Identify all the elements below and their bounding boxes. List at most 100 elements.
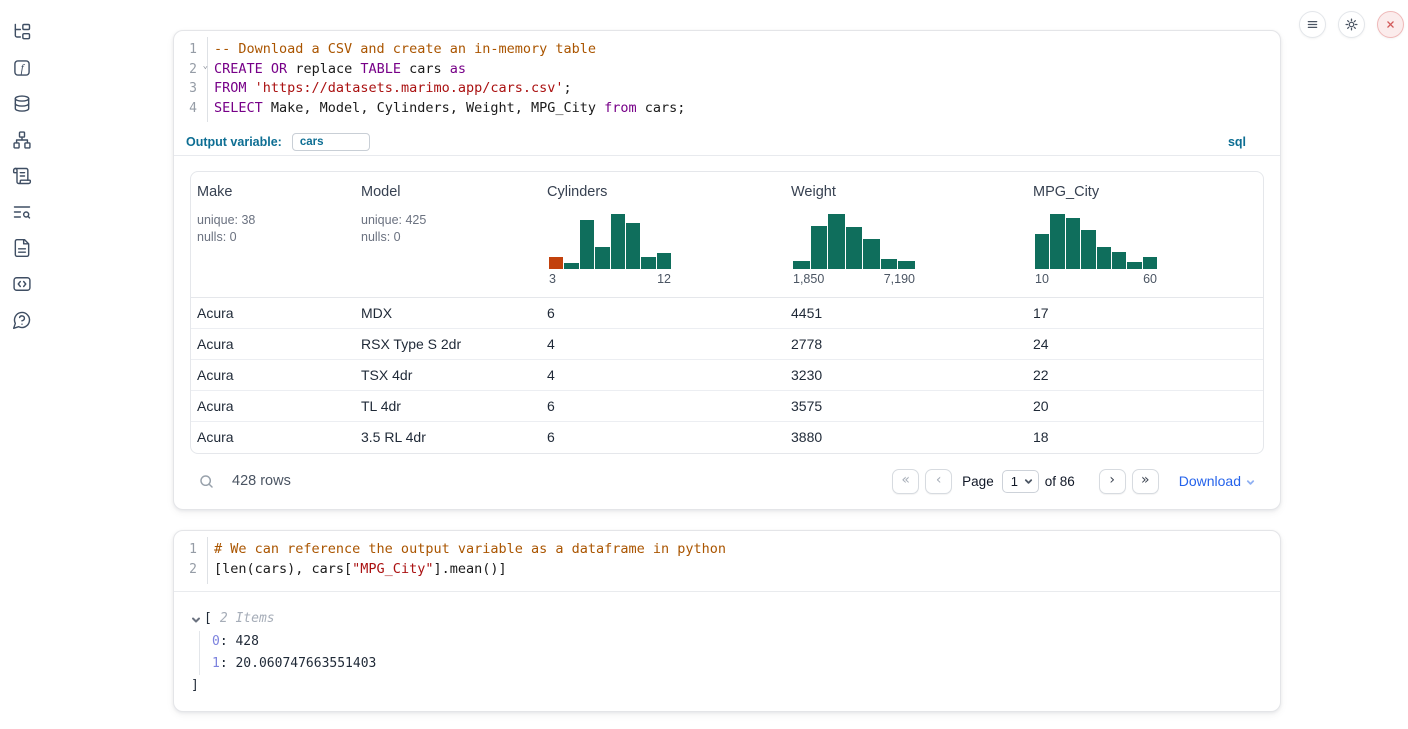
code-line[interactable]: 2[len(cars), cars["MPG_City"].mean()] <box>174 560 1280 580</box>
table-cell: TL 4dr <box>355 398 541 414</box>
download-button[interactable]: Download <box>1179 473 1255 489</box>
file-tree-icon[interactable] <box>10 20 34 44</box>
code-line[interactable]: 3FROM 'https://datasets.marimo.app/cars.… <box>174 79 1280 99</box>
histogram-bar <box>564 263 578 269</box>
logs-search-icon[interactable] <box>10 200 34 224</box>
histogram-bar <box>793 261 810 269</box>
axis-max-label: 60 <box>1143 272 1157 286</box>
table-cell: MDX <box>355 305 541 321</box>
dependency-graph-icon[interactable] <box>10 128 34 152</box>
axis-max-label: 12 <box>657 272 671 286</box>
close-icon <box>1383 17 1398 32</box>
line-number: 2⌄ <box>174 60 207 80</box>
table-header-row: Make unique: 38nulls: 0Modelunique: 425nu… <box>191 172 1263 298</box>
documentation-icon[interactable] <box>10 236 34 260</box>
histogram-bars <box>549 214 671 269</box>
stat-line: nulls: 0 <box>197 229 349 246</box>
language-badge: sql <box>1228 135 1246 149</box>
pagination: « ‹ Page 1 of 86 › » Download <box>892 469 1255 494</box>
table-cell: 18 <box>1027 429 1263 445</box>
histogram-bar <box>846 227 863 269</box>
next-page-button[interactable]: › <box>1099 469 1126 494</box>
last-page-button[interactable]: » <box>1132 469 1159 494</box>
fold-chevron-icon[interactable]: ⌄ <box>203 57 208 77</box>
table-cell: TSX 4dr <box>355 367 541 383</box>
table-cell: Acura <box>191 429 355 445</box>
page-select[interactable]: 1 <box>1002 470 1039 493</box>
column-histogram: 1,850 7,190 <box>793 214 915 286</box>
axis-min-label: 1,850 <box>793 272 824 286</box>
histogram-bar <box>1127 262 1141 269</box>
axis-min-label: 10 <box>1035 272 1049 286</box>
datasources-icon[interactable] <box>10 92 34 116</box>
settings-button[interactable] <box>1338 11 1365 38</box>
table-row: Acura3.5 RL 4dr6388018 <box>191 422 1263 453</box>
line-number: 1 <box>174 540 207 560</box>
page-label: Page <box>962 474 994 489</box>
histogram-axis: 312 <box>549 272 671 286</box>
table-cell: 4 <box>541 336 785 352</box>
python-cell: 1# We can reference the output variable … <box>173 530 1281 712</box>
column-header-weight[interactable]: Weight1,8507,190 <box>785 172 1027 297</box>
table-cell: Acura <box>191 336 355 352</box>
column-title: Make <box>197 183 349 202</box>
search-icon[interactable] <box>198 473 215 490</box>
menu-button[interactable] <box>1299 11 1326 38</box>
column-stats: unique: 425nulls: 0 <box>361 212 535 246</box>
axis-max-label: 7,190 <box>884 272 915 286</box>
table-cell: 6 <box>541 429 785 445</box>
histogram-bar <box>1035 234 1049 269</box>
code-text: -- Download a CSV and create an in-memor… <box>207 40 596 60</box>
tree-item: 1: 20.060747663551403 <box>212 653 1264 675</box>
column-title: MPG_City <box>1033 183 1257 202</box>
histogram-bar <box>1112 252 1126 269</box>
histogram-bars <box>793 214 915 269</box>
table-cell: 3.5 RL 4dr <box>355 429 541 445</box>
line-number: 2 <box>174 560 207 580</box>
histogram-bar <box>657 253 671 268</box>
sql-cell: 1 -- Download a CSV and create an in-memo… <box>173 30 1281 510</box>
variables-icon[interactable]: f <box>10 56 34 80</box>
table-cell: 3230 <box>785 367 1027 383</box>
column-histogram: 312 <box>549 214 671 286</box>
table-row: AcuraRSX Type S 2dr4277824 <box>191 329 1263 360</box>
column-header-make[interactable]: Make unique: 38nulls: 0 <box>191 172 355 297</box>
snippets-icon[interactable] <box>10 272 34 296</box>
gutter-separator <box>207 537 208 584</box>
line-number: 4 <box>174 99 207 119</box>
code-line[interactable]: 1# We can reference the output variable … <box>174 540 1280 560</box>
column-header-cylinders[interactable]: Cylinders312 <box>541 172 785 297</box>
help-icon[interactable] <box>10 308 34 332</box>
code-line[interactable]: 2⌄CREATE OR replace TABLE cars as <box>174 60 1280 80</box>
table-cell: 24 <box>1027 336 1263 352</box>
histogram-bar <box>1081 230 1095 269</box>
close-bracket: ] <box>191 675 1264 697</box>
code-line[interactable]: 1-- Download a CSV and create an in-memo… <box>174 40 1280 60</box>
svg-text:f: f <box>21 63 26 75</box>
shutdown-button[interactable] <box>1377 11 1404 38</box>
first-page-button[interactable]: « <box>892 469 919 494</box>
python-code-editor[interactable]: 1# We can reference the output variable … <box>174 531 1280 592</box>
code-text: CREATE OR replace TABLE cars as <box>207 60 466 80</box>
histogram-bar <box>641 257 655 269</box>
scratchpad-icon[interactable] <box>10 164 34 188</box>
histogram-bar <box>1066 218 1080 269</box>
column-header-mpg_city[interactable]: MPG_City 10 60 <box>1027 172 1263 297</box>
table-cell: 20 <box>1027 398 1263 414</box>
collapse-caret-icon[interactable] <box>191 615 201 625</box>
histogram-axis: 1,850 7,190 <box>793 272 915 286</box>
column-stats: unique: 38nulls: 0 <box>197 212 349 246</box>
output-variable-input[interactable] <box>292 133 370 151</box>
column-header-model[interactable]: Modelunique: 425nulls: 0 <box>355 172 541 297</box>
histogram-bar <box>580 220 594 268</box>
download-label: Download <box>1179 473 1241 489</box>
code-text: [len(cars), cars["MPG_City"].mean()] <box>207 560 507 580</box>
prev-page-button[interactable]: ‹ <box>925 469 952 494</box>
open-bracket: [ <box>204 608 212 630</box>
tree-item-key: 0 <box>212 634 220 649</box>
code-line[interactable]: 4SELECT Make, Model, Cylinders, Weight, … <box>174 99 1280 119</box>
sql-code-editor[interactable]: 1-- Download a CSV and create an in-memo… <box>174 31 1280 129</box>
table-cell: 4451 <box>785 305 1027 321</box>
histogram-bar <box>626 223 640 269</box>
dataframe-table: Make unique: 38nulls: 0Modelunique: 425nu… <box>190 171 1264 454</box>
